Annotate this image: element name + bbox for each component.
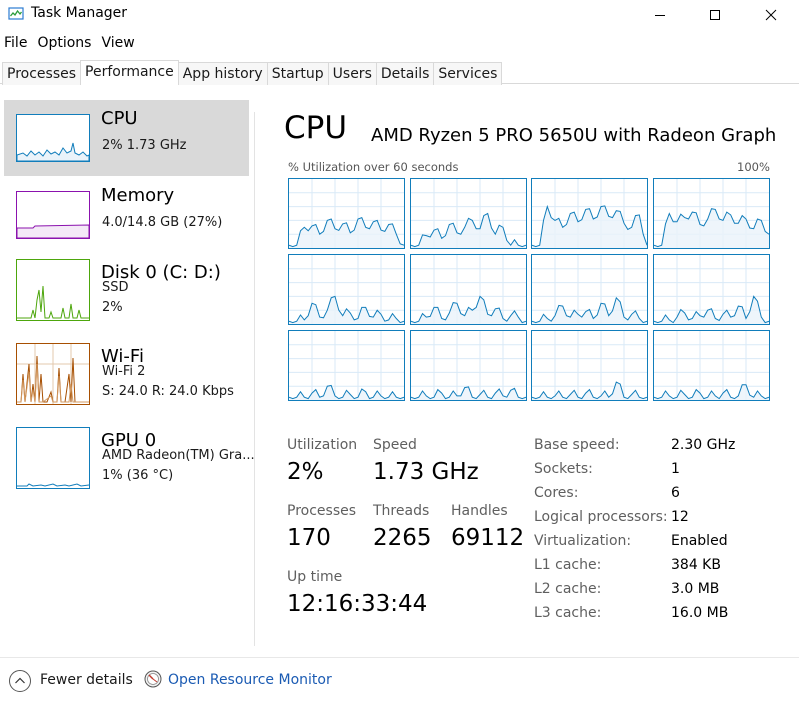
tab-startup[interactable]: Startup [266, 62, 329, 85]
spec-value: 1 [671, 461, 680, 477]
sidebar-item-title: CPU [101, 108, 138, 129]
title-bar[interactable]: Task Manager [0, 0, 799, 30]
tab-app-history[interactable]: App history [177, 62, 268, 85]
spec-value: 12 [671, 509, 689, 525]
spec-value: 384 KB [671, 557, 721, 573]
close-icon [765, 9, 777, 21]
minimize-icon [655, 15, 665, 16]
core-utilization-graph [409, 178, 527, 249]
spec-key: Logical processors: [534, 509, 668, 525]
spec-value: 16.0 MB [671, 605, 729, 621]
sidebar-item-detail: Wi-Fi 2 [102, 364, 146, 379]
menu-file[interactable]: File [0, 33, 32, 53]
tab-strip: Processes Performance App history Startu… [0, 60, 799, 85]
tab-details[interactable]: Details [375, 62, 435, 85]
tab-services[interactable]: Services [433, 62, 503, 85]
core-utilization-graph [288, 178, 405, 249]
sidebar-item-wifi[interactable]: Wi-Fi Wi-Fi 2 S: 24.0 R: 24.0 Kbps [4, 338, 249, 414]
core-utilization-graph [531, 254, 648, 325]
maximize-button[interactable] [692, 0, 738, 30]
tab-processes[interactable]: Processes [2, 62, 82, 85]
minimize-button[interactable] [637, 0, 683, 30]
sidebar-item-detail: SSD [102, 280, 129, 295]
core-utilization-graph [531, 330, 648, 401]
spec-value: 2.30 GHz [671, 437, 736, 453]
spec-key: Base speed: [534, 437, 620, 453]
task-manager-icon [8, 7, 24, 20]
core-utilization-graph [652, 254, 770, 325]
window-title: Task Manager [31, 5, 128, 21]
chevron-up-icon [9, 670, 31, 692]
menu-view[interactable]: View [96, 33, 139, 53]
utilization-graph-label: % Utilization over 60 seconds [288, 160, 459, 174]
threads-value: 2265 [373, 525, 432, 551]
spec-key: Virtualization: [534, 533, 632, 549]
tab-users[interactable]: Users [327, 62, 377, 85]
sidebar-item-detail: 2% 1.73 GHz [102, 138, 187, 153]
sidebar-item-usage: 2% [102, 300, 123, 315]
footer-divider [0, 657, 799, 658]
tab-performance[interactable]: Performance [80, 60, 179, 85]
sidebar-item-cpu[interactable]: CPU 2% 1.73 GHz [4, 100, 249, 176]
spec-key: L2 cache: [534, 581, 602, 597]
open-resource-monitor-label: Open Resource Monitor [168, 672, 332, 688]
utilization-label: Utilization [287, 437, 358, 453]
memory-thumbnail-graph [16, 191, 90, 239]
resource-sidebar: CPU 2% 1.73 GHz Memory 4.0/14.8 GB (27%)… [0, 96, 255, 656]
spec-key: L1 cache: [534, 557, 602, 573]
core-utilization-graph [652, 178, 770, 249]
sidebar-item-throughput: S: 24.0 R: 24.0 Kbps [102, 384, 234, 399]
spec-value: 3.0 MB [671, 581, 720, 597]
resource-monitor-icon [144, 670, 162, 688]
sidebar-item-usage: 1% (36 °C) [102, 468, 174, 483]
speed-value: 1.73 GHz [373, 459, 479, 485]
core-utilization-graph [409, 254, 527, 325]
spec-key: L3 cache: [534, 605, 602, 621]
utilization-value: 2% [287, 459, 324, 485]
handles-value: 69112 [451, 525, 525, 551]
processes-value: 170 [287, 525, 331, 551]
maximize-icon [710, 10, 720, 20]
handles-label: Handles [451, 503, 508, 519]
uptime-value: 12:16:33:44 [287, 591, 428, 617]
sidebar-item-detail: 4.0/14.8 GB (27%) [102, 215, 223, 230]
spec-key: Cores: [534, 485, 579, 501]
gpu-thumbnail-graph [16, 427, 90, 489]
spec-value: Enabled [671, 533, 728, 549]
panel-divider [254, 112, 255, 646]
cpu-thumbnail-graph [16, 114, 90, 162]
sidebar-item-disk-0[interactable]: Disk 0 (C: D:) SSD 2% [4, 254, 249, 330]
speed-label: Speed [373, 437, 417, 453]
core-utilization-graph [288, 330, 405, 401]
core-utilization-graph [288, 254, 405, 325]
sidebar-item-memory[interactable]: Memory 4.0/14.8 GB (27%) [4, 177, 249, 253]
open-resource-monitor-link[interactable]: Open Resource Monitor [144, 670, 332, 692]
spec-key: Sockets: [534, 461, 593, 477]
sidebar-item-gpu-0[interactable]: GPU 0 AMD Radeon(TM) Gra... 1% (36 °C) [4, 422, 255, 498]
core-utilization-graph [652, 330, 770, 401]
core-utilization-graph [409, 330, 527, 401]
core-utilization-graph [531, 178, 648, 249]
sidebar-item-detail: AMD Radeon(TM) Gra... [102, 448, 255, 463]
menu-bar: File Options View [0, 33, 140, 53]
processes-label: Processes [287, 503, 357, 519]
sidebar-item-title: Memory [101, 185, 175, 206]
uptime-label: Up time [287, 569, 343, 585]
menu-options[interactable]: Options [32, 33, 96, 53]
cpu-model-name: AMD Ryzen 5 PRO 5650U with Radeon Graph.… [371, 125, 775, 146]
disk-thumbnail-graph [16, 259, 90, 321]
threads-label: Threads [373, 503, 430, 519]
spec-value: 6 [671, 485, 680, 501]
close-button[interactable] [748, 0, 794, 30]
logical-processor-graphs[interactable] [288, 178, 770, 403]
wifi-thumbnail-graph [16, 343, 90, 405]
page-title: CPU [284, 110, 348, 146]
fewer-details-label: Fewer details [40, 672, 133, 688]
utilization-graph-max: 100% [737, 160, 770, 174]
fewer-details-button[interactable]: Fewer details [8, 669, 133, 693]
